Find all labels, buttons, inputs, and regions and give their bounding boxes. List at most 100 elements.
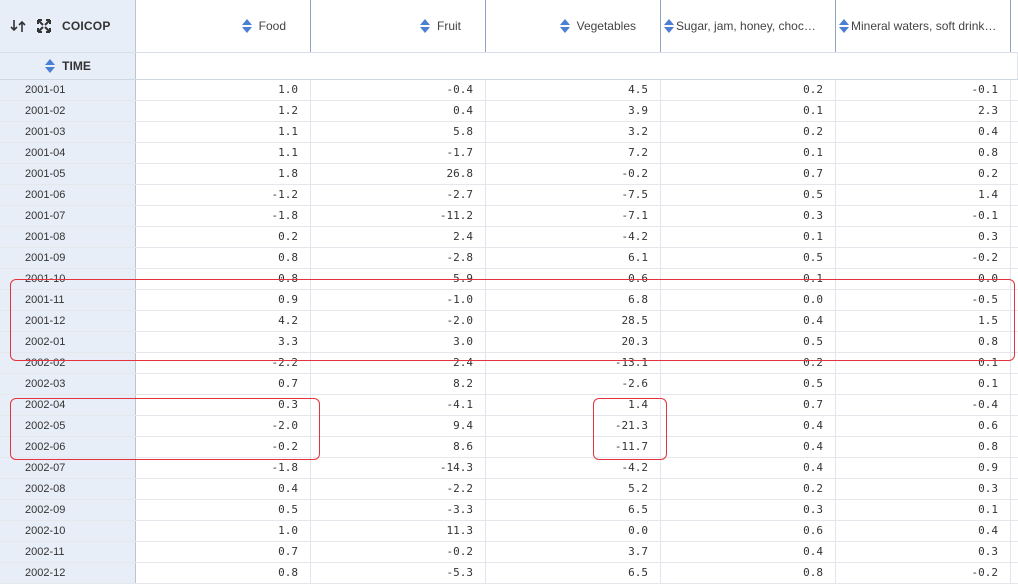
table-cell[interactable]: 0.6: [836, 416, 1011, 436]
table-cell[interactable]: 6.5: [486, 500, 661, 520]
table-cell[interactable]: -13.1: [486, 353, 661, 373]
table-cell[interactable]: -2.0: [136, 416, 311, 436]
table-cell[interactable]: 0.2: [661, 479, 836, 499]
table-cell[interactable]: 8.2: [311, 374, 486, 394]
table-cell[interactable]: 0.1: [836, 353, 1011, 373]
table-cell[interactable]: 28.5: [486, 311, 661, 331]
table-cell[interactable]: 0.7: [661, 395, 836, 415]
table-cell[interactable]: -1.7: [311, 143, 486, 163]
table-cell[interactable]: 0.3: [836, 227, 1011, 247]
table-cell[interactable]: 3.2: [486, 122, 661, 142]
table-cell[interactable]: 5.9: [311, 269, 486, 289]
table-cell[interactable]: 0.7: [136, 374, 311, 394]
table-cell[interactable]: 9.4: [311, 416, 486, 436]
expand-icon[interactable]: [36, 18, 52, 34]
table-cell[interactable]: 0.8: [136, 563, 311, 583]
table-cell[interactable]: -2.8: [311, 248, 486, 268]
table-cell[interactable]: 0.8: [136, 248, 311, 268]
table-cell[interactable]: 0.4: [311, 101, 486, 121]
column-header-sugar[interactable]: Sugar, jam, honey, choc…: [661, 0, 836, 52]
table-cell[interactable]: 0.8: [661, 563, 836, 583]
table-cell[interactable]: 11.3: [311, 521, 486, 541]
table-cell[interactable]: 1.4: [836, 185, 1011, 205]
time-dimension-header[interactable]: TIME: [0, 53, 136, 79]
table-cell[interactable]: -0.4: [311, 80, 486, 100]
table-cell[interactable]: -0.4: [836, 395, 1011, 415]
table-cell[interactable]: 0.1: [836, 374, 1011, 394]
table-cell[interactable]: 3.9: [486, 101, 661, 121]
swap-axes-icon[interactable]: [10, 18, 26, 34]
table-cell[interactable]: 6.1: [486, 248, 661, 268]
table-cell[interactable]: -0.5: [836, 290, 1011, 310]
table-cell[interactable]: 0.1: [661, 269, 836, 289]
table-cell[interactable]: -2.0: [311, 311, 486, 331]
table-cell[interactable]: -5.3: [311, 563, 486, 583]
coicop-dimension-label[interactable]: COICOP: [62, 19, 111, 33]
table-cell[interactable]: 1.2: [136, 101, 311, 121]
sort-icon[interactable]: [419, 18, 431, 34]
table-cell[interactable]: 0.2: [661, 122, 836, 142]
table-cell[interactable]: -4.2: [486, 458, 661, 478]
table-cell[interactable]: 0.4: [661, 458, 836, 478]
table-cell[interactable]: -7.5: [486, 185, 661, 205]
table-cell[interactable]: 0.4: [836, 521, 1011, 541]
table-cell[interactable]: 0.1: [661, 143, 836, 163]
table-cell[interactable]: 8.6: [311, 437, 486, 457]
table-cell[interactable]: -1.8: [136, 206, 311, 226]
table-cell[interactable]: 1.4: [486, 395, 661, 415]
table-cell[interactable]: -1.8: [136, 458, 311, 478]
sort-icon[interactable]: [44, 58, 56, 74]
table-cell[interactable]: -21.3: [486, 416, 661, 436]
table-cell[interactable]: 3.3: [136, 332, 311, 352]
table-cell[interactable]: 0.3: [661, 500, 836, 520]
table-cell[interactable]: -0.2: [836, 563, 1011, 583]
table-cell[interactable]: 0.5: [136, 500, 311, 520]
table-cell[interactable]: -0.1: [836, 206, 1011, 226]
column-header-vegetables[interactable]: Vegetables: [486, 0, 661, 52]
table-cell[interactable]: -2.2: [136, 353, 311, 373]
table-cell[interactable]: -2.6: [486, 374, 661, 394]
table-cell[interactable]: 3.0: [311, 332, 486, 352]
table-cell[interactable]: 0.5: [661, 332, 836, 352]
table-cell[interactable]: 0.8: [136, 269, 311, 289]
table-cell[interactable]: 2.4: [311, 353, 486, 373]
sort-icon[interactable]: [241, 18, 253, 34]
table-cell[interactable]: 1.8: [136, 164, 311, 184]
table-cell[interactable]: 0.3: [836, 542, 1011, 562]
table-cell[interactable]: 0.2: [136, 227, 311, 247]
table-cell[interactable]: 0.4: [136, 479, 311, 499]
table-cell[interactable]: 0.1: [836, 500, 1011, 520]
table-cell[interactable]: 7.2: [486, 143, 661, 163]
table-cell[interactable]: 0.5: [661, 185, 836, 205]
table-cell[interactable]: 1.5: [836, 311, 1011, 331]
table-cell[interactable]: 0.3: [836, 479, 1011, 499]
sort-icon[interactable]: [559, 18, 571, 34]
table-cell[interactable]: 0.9: [836, 458, 1011, 478]
table-cell[interactable]: 0.0: [486, 521, 661, 541]
sort-icon[interactable]: [838, 18, 850, 34]
table-cell[interactable]: 0.5: [661, 248, 836, 268]
table-cell[interactable]: -11.2: [311, 206, 486, 226]
table-cell[interactable]: 0.6: [661, 521, 836, 541]
table-cell[interactable]: -14.3: [311, 458, 486, 478]
table-cell[interactable]: 2.4: [311, 227, 486, 247]
table-cell[interactable]: 0.0: [836, 269, 1011, 289]
table-cell[interactable]: 1.1: [136, 122, 311, 142]
table-cell[interactable]: 0.8: [836, 143, 1011, 163]
table-cell[interactable]: -3.3: [311, 500, 486, 520]
table-cell[interactable]: 6.5: [486, 563, 661, 583]
table-cell[interactable]: -7.1: [486, 206, 661, 226]
table-cell[interactable]: -0.2: [136, 437, 311, 457]
table-cell[interactable]: 0.2: [661, 80, 836, 100]
table-cell[interactable]: 0.4: [661, 542, 836, 562]
table-cell[interactable]: 4.5: [486, 80, 661, 100]
table-cell[interactable]: -4.2: [486, 227, 661, 247]
column-header-mineral-waters[interactable]: Mineral waters, soft drink…: [836, 0, 1011, 52]
table-cell[interactable]: -1.2: [136, 185, 311, 205]
table-cell[interactable]: 0.7: [136, 542, 311, 562]
column-header-fruit[interactable]: Fruit: [311, 0, 486, 52]
table-cell[interactable]: 0.8: [836, 332, 1011, 352]
table-cell[interactable]: 4.2: [136, 311, 311, 331]
table-cell[interactable]: 0.4: [661, 437, 836, 457]
table-cell[interactable]: 2.3: [836, 101, 1011, 121]
